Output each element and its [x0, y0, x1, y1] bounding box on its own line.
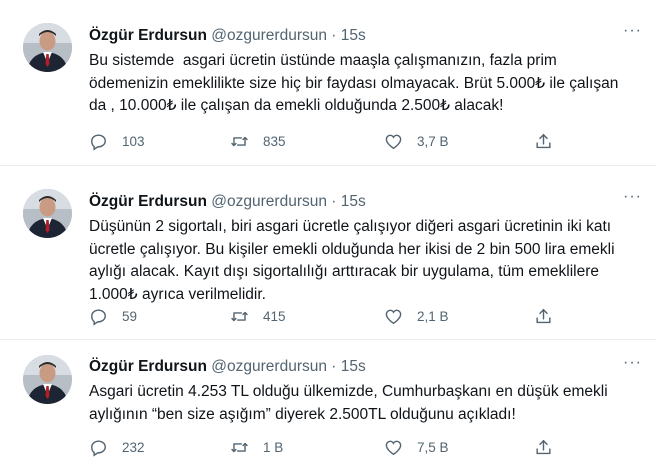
- header-separator: ·: [331, 27, 337, 44]
- tweet-actions: 59 415 2,1 B: [89, 307, 559, 327]
- header-separator: ·: [331, 358, 337, 375]
- author-handle[interactable]: @ozgurerdursun: [211, 27, 327, 44]
- like-icon: [385, 440, 402, 456]
- tweet-actions: 103 835 3,7 B: [89, 132, 559, 152]
- share-icon: [536, 308, 551, 324]
- author-handle[interactable]: @ozgurerdursun: [211, 358, 327, 375]
- tweet[interactable]: Özgür Erdursun @ozgurerdursun · 15s ··· …: [0, 166, 656, 340]
- share-button[interactable]: [534, 438, 567, 457]
- like-button[interactable]: 3,7 B: [384, 132, 449, 151]
- like-icon: [385, 134, 402, 150]
- avatar[interactable]: [23, 189, 72, 238]
- tweet-header: Özgür Erdursun @ozgurerdursun · 15s: [89, 358, 366, 376]
- reply-icon: [91, 440, 106, 457]
- retweet-button[interactable]: 415: [230, 307, 286, 326]
- reply-button[interactable]: 232: [89, 438, 145, 457]
- more-options-icon[interactable]: ···: [623, 354, 642, 372]
- retweet-count: 835: [263, 134, 286, 149]
- author-handle[interactable]: @ozgurerdursun: [211, 193, 327, 210]
- like-button[interactable]: 7,5 B: [384, 438, 449, 457]
- share-icon: [536, 439, 551, 455]
- tweet-text: Bu sistemde asgari ücretin üstünde maaşl…: [89, 52, 623, 114]
- author-name[interactable]: Özgür Erdursun: [89, 358, 207, 375]
- reply-icon: [91, 309, 106, 326]
- tweet-text: Asgari ücretin 4.253 TL olduğu ülkemizde…: [89, 383, 612, 423]
- retweet-button[interactable]: 1 B: [230, 438, 283, 457]
- reply-button[interactable]: 103: [89, 132, 145, 151]
- like-count: 7,5 B: [417, 440, 449, 455]
- tweet-actions: 232 1 B 7,5 B: [89, 438, 559, 458]
- retweet-icon: [231, 311, 248, 322]
- tweet-header: Özgür Erdursun @ozgurerdursun · 15s: [89, 27, 366, 45]
- tweet-text: Düşünün 2 sigortalı, biri asgari ücretle…: [89, 218, 619, 303]
- retweet-icon: [231, 442, 248, 453]
- avatar[interactable]: [23, 23, 72, 72]
- tweet-feed: Özgür Erdursun @ozgurerdursun · 15s ··· …: [0, 0, 656, 469]
- reply-count: 103: [122, 134, 145, 149]
- reply-button[interactable]: 59: [89, 307, 137, 326]
- more-options-icon[interactable]: ···: [623, 22, 642, 40]
- more-options-icon[interactable]: ···: [623, 188, 642, 206]
- tweet-time[interactable]: 15s: [341, 27, 366, 44]
- like-count: 2,1 B: [417, 309, 449, 324]
- retweet-count: 1 B: [263, 440, 284, 455]
- reply-count: 232: [122, 440, 145, 455]
- reply-icon: [91, 134, 106, 151]
- reply-count: 59: [122, 309, 138, 324]
- tweet-time[interactable]: 15s: [341, 358, 366, 375]
- author-name[interactable]: Özgür Erdursun: [89, 193, 207, 210]
- retweet-button[interactable]: 835: [230, 132, 286, 151]
- like-icon: [385, 309, 402, 325]
- share-icon: [536, 133, 551, 149]
- share-button[interactable]: [534, 132, 567, 151]
- author-name[interactable]: Özgür Erdursun: [89, 27, 207, 44]
- retweet-icon: [231, 136, 248, 147]
- tweet[interactable]: Özgür Erdursun @ozgurerdursun · 15s ··· …: [0, 0, 656, 166]
- header-separator: ·: [331, 193, 337, 210]
- share-button[interactable]: [534, 307, 567, 326]
- tweet[interactable]: Özgür Erdursun @ozgurerdursun · 15s ··· …: [0, 340, 656, 469]
- tweet-header: Özgür Erdursun @ozgurerdursun · 15s: [89, 193, 366, 211]
- avatar[interactable]: [23, 355, 72, 404]
- like-button[interactable]: 2,1 B: [384, 307, 449, 326]
- retweet-count: 415: [263, 309, 286, 324]
- like-count: 3,7 B: [417, 134, 449, 149]
- tweet-time[interactable]: 15s: [341, 193, 366, 210]
